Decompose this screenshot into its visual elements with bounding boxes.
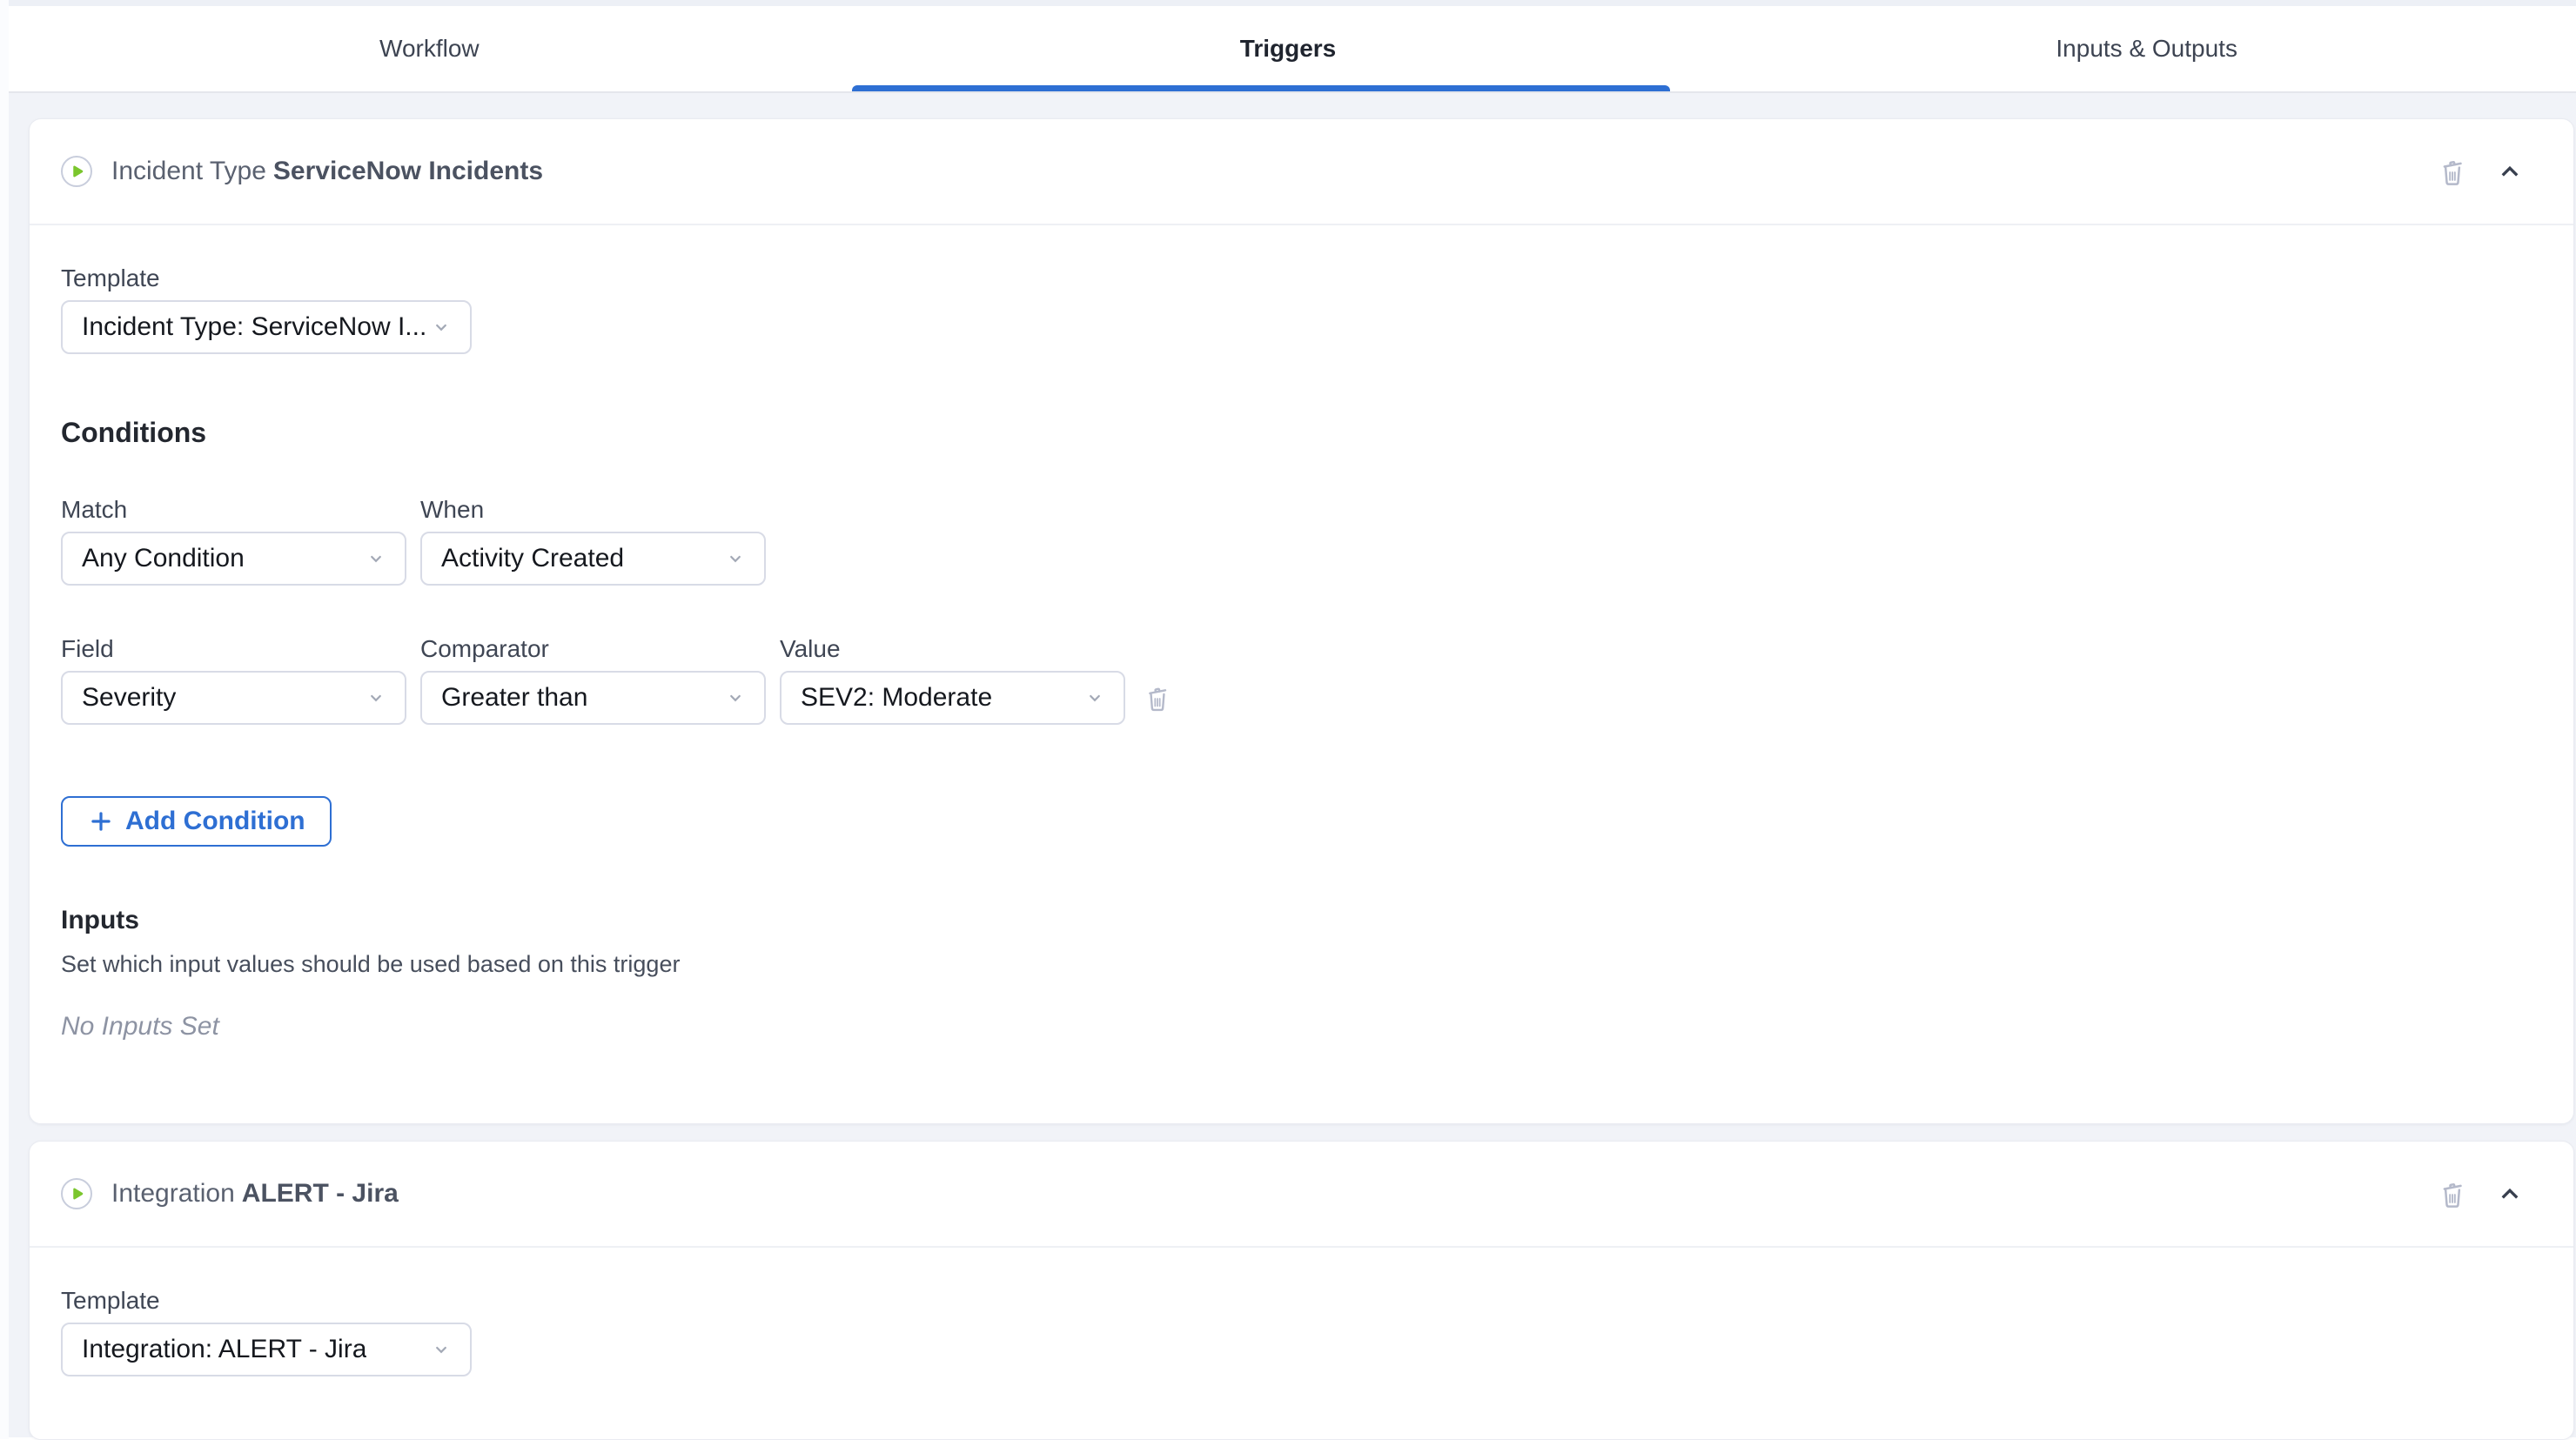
- trash-icon: [2435, 1176, 2470, 1211]
- template-label: Template: [61, 264, 2542, 293]
- delete-trigger-button[interactable]: [2432, 1174, 2472, 1214]
- plus-icon: [87, 807, 115, 835]
- field-column: Field Severity: [61, 634, 406, 725]
- comparator-select[interactable]: Greater than: [420, 671, 766, 725]
- value-column: Value SEV2: Moderate: [780, 634, 1125, 725]
- chevron-down-icon: [428, 1336, 454, 1363]
- trigger-type-label: Integration: [111, 1179, 235, 1208]
- comparator-select-value: Greater than: [441, 683, 587, 713]
- window-left-edge: [0, 0, 9, 1439]
- trigger-card-header: IntegrationALERT - Jira: [30, 1142, 2573, 1248]
- template-select-value: Integration: ALERT - Jira: [82, 1335, 366, 1364]
- match-select-value: Any Condition: [82, 544, 245, 573]
- trigger-card-title: IntegrationALERT - Jira: [111, 1179, 399, 1209]
- collapse-trigger-button[interactable]: [2490, 1174, 2530, 1214]
- chevron-down-icon: [722, 685, 748, 711]
- trigger-editor-tabs: Workflow Triggers Inputs & Outputs: [0, 6, 2576, 93]
- field-select-value: Severity: [82, 683, 176, 713]
- when-select[interactable]: Activity Created: [420, 532, 766, 586]
- trigger-card-body: Template Integration: ALERT - Jira: [30, 1248, 2573, 1439]
- tab-workflow[interactable]: Workflow: [0, 6, 859, 91]
- trigger-card-servicenow: Incident TypeServiceNow Incidents: [29, 118, 2574, 1124]
- chevron-up-icon: [2493, 155, 2526, 188]
- conditions-heading: Conditions: [61, 415, 2542, 450]
- template-select-value: Incident Type: ServiceNow I...: [82, 312, 426, 342]
- match-select[interactable]: Any Condition: [61, 532, 406, 586]
- template-select[interactable]: Integration: ALERT - Jira: [61, 1323, 472, 1376]
- tab-triggers[interactable]: Triggers: [859, 6, 1718, 91]
- tab-triggers-label: Triggers: [1240, 35, 1336, 63]
- when-select-value: Activity Created: [441, 544, 624, 573]
- delete-condition-button[interactable]: [1137, 678, 1177, 718]
- tab-inputs-outputs-label: Inputs & Outputs: [2056, 35, 2237, 63]
- trash-icon: [2435, 154, 2470, 189]
- play-icon: [61, 156, 92, 187]
- condition-row: Field Severity Comparator Greater than V…: [61, 634, 2542, 725]
- trigger-name: ALERT - Jira: [242, 1179, 399, 1208]
- tab-inputs-outputs[interactable]: Inputs & Outputs: [1717, 6, 2576, 91]
- chevron-down-icon: [428, 314, 454, 340]
- play-icon: [61, 1178, 92, 1209]
- chevron-down-icon: [1082, 685, 1108, 711]
- delete-trigger-button[interactable]: [2432, 151, 2472, 191]
- tab-workflow-label: Workflow: [379, 35, 480, 63]
- add-condition-button[interactable]: Add Condition: [61, 796, 332, 847]
- inputs-description: Set which input values should be used ba…: [61, 949, 2542, 979]
- field-label: Field: [61, 634, 406, 664]
- chevron-down-icon: [363, 685, 389, 711]
- match-column: Match Any Condition: [61, 495, 406, 586]
- trigger-card-title: Incident TypeServiceNow Incidents: [111, 157, 543, 186]
- value-select-value: SEV2: Moderate: [801, 683, 992, 713]
- inputs-empty-state: No Inputs Set: [61, 1010, 2542, 1043]
- trash-icon: [1141, 681, 1174, 714]
- value-label: Value: [780, 634, 1125, 664]
- collapse-trigger-button[interactable]: [2490, 151, 2530, 191]
- chevron-down-icon: [722, 546, 748, 572]
- value-select[interactable]: SEV2: Moderate: [780, 671, 1125, 725]
- trigger-name: ServiceNow Incidents: [273, 157, 543, 185]
- conditions-match-row: Match Any Condition When Activity Create…: [61, 495, 2542, 586]
- field-select[interactable]: Severity: [61, 671, 406, 725]
- when-column: When Activity Created: [420, 495, 766, 586]
- trigger-card-header: Incident TypeServiceNow Incidents: [30, 119, 2573, 225]
- trigger-card-jira: IntegrationALERT - Jira: [29, 1141, 2574, 1440]
- trigger-card-body: Template Incident Type: ServiceNow I... …: [30, 225, 2573, 1123]
- add-condition-label: Add Condition: [125, 807, 305, 836]
- trigger-type-label: Incident Type: [111, 157, 266, 185]
- comparator-column: Comparator Greater than: [420, 634, 766, 725]
- when-label: When: [420, 495, 766, 525]
- template-label: Template: [61, 1286, 2542, 1316]
- chevron-up-icon: [2493, 1177, 2526, 1210]
- chevron-down-icon: [363, 546, 389, 572]
- template-select[interactable]: Incident Type: ServiceNow I...: [61, 300, 472, 354]
- inputs-heading: Inputs: [61, 904, 2542, 937]
- top-edge-strip: [9, 0, 2576, 6]
- triggers-page: Incident TypeServiceNow Incidents: [9, 93, 2576, 1437]
- comparator-label: Comparator: [420, 634, 766, 664]
- match-label: Match: [61, 495, 406, 525]
